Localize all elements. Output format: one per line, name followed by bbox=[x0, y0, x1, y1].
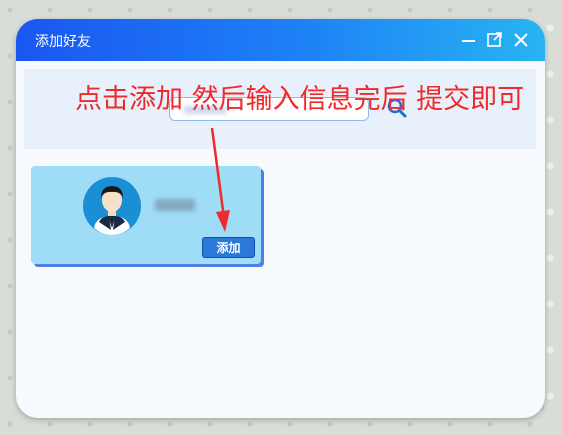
user-avatar-icon bbox=[82, 176, 142, 236]
annotation-text: 点击添加 然后输入信息完后 提交即可 bbox=[75, 84, 525, 115]
maximize-icon[interactable] bbox=[485, 30, 505, 50]
close-icon[interactable] bbox=[511, 30, 531, 50]
maximize-glyph bbox=[487, 32, 502, 47]
window-title: 添加好友 bbox=[35, 34, 91, 50]
close-glyph bbox=[514, 33, 528, 47]
user-name-blurred bbox=[155, 199, 195, 211]
minimize-icon[interactable] bbox=[459, 30, 479, 50]
result-card: 添加 bbox=[31, 166, 261, 264]
add-button[interactable]: 添加 bbox=[202, 237, 255, 258]
add-friend-window: 添加好友 添加 bbox=[16, 19, 545, 418]
avatar-glyph bbox=[83, 177, 141, 235]
title-bar: 添加好友 bbox=[16, 19, 545, 61]
